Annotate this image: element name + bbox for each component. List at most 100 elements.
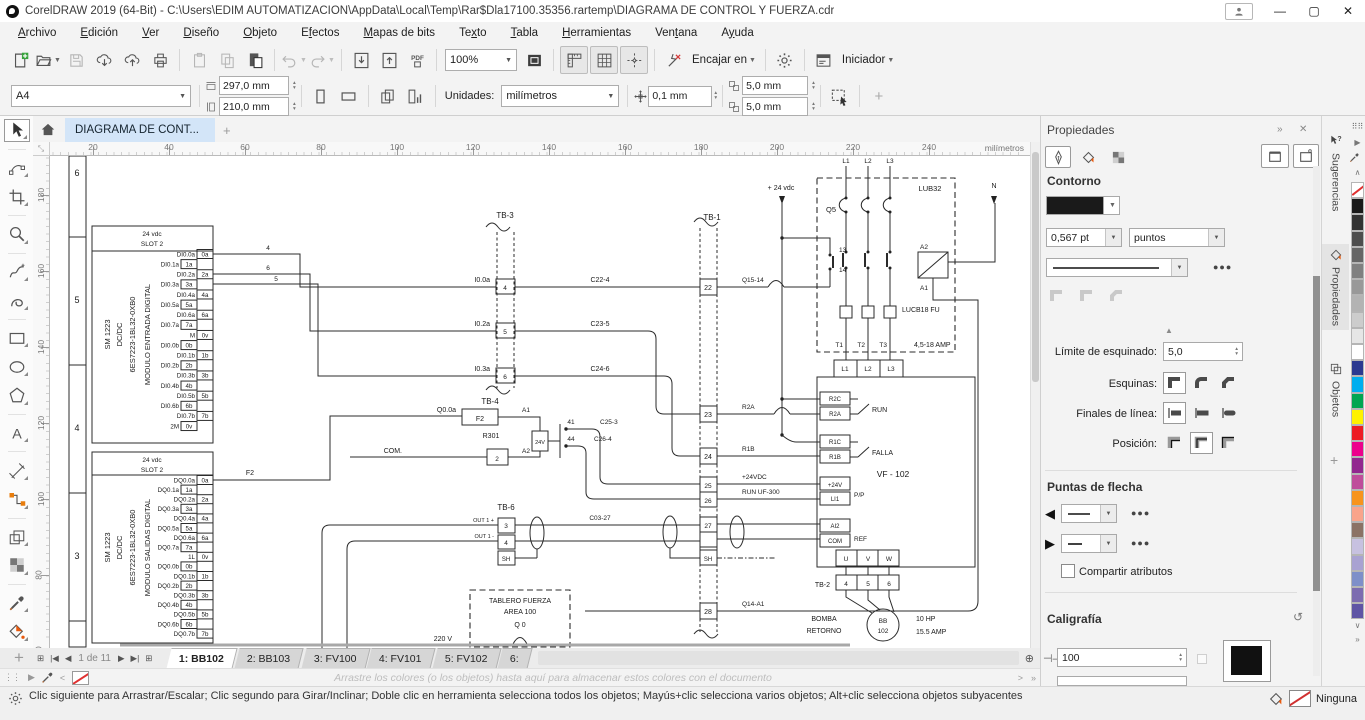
menu-item-efectos[interactable]: Efectos — [289, 25, 351, 41]
all-pages-button[interactable] — [375, 83, 401, 109]
page-tab-6[interactable]: 6: — [498, 648, 533, 669]
shape-tool[interactable] — [4, 157, 30, 180]
nudge-field[interactable]: 0,1 mm — [648, 86, 712, 107]
page-tab-5-fv102[interactable]: 5: FV102 — [432, 648, 501, 669]
corner-round-button[interactable] — [1190, 372, 1213, 394]
drawing-canvas[interactable]: 6543465TB-3I0.0aC22-44I0.2aC23-55I0.3aC2… — [50, 156, 1030, 648]
palette-expand-icon[interactable]: » — [1031, 673, 1036, 683]
transparency-tool[interactable] — [4, 554, 30, 577]
menu-item-texto[interactable]: Texto — [447, 25, 499, 41]
page-tab-1-bb102[interactable]: 1: BB102 — [167, 648, 238, 669]
palette-swatch[interactable] — [1351, 603, 1364, 619]
page-tab-2-bb103[interactable]: 2: BB103 — [235, 648, 304, 669]
menu-item-herramientas[interactable]: Herramientas — [550, 25, 643, 41]
palette-eyedropper-icon[interactable] — [41, 671, 54, 684]
palette-swatch[interactable] — [1351, 214, 1364, 230]
menu-item-ayuda[interactable]: Ayuda — [709, 25, 765, 41]
duplicate-x-spinner[interactable]: ▴▾ — [812, 81, 815, 91]
nudge-spinner[interactable]: ▴▾ — [714, 91, 717, 101]
toolbox-plus-button[interactable]: + — [14, 648, 24, 668]
status-gear-icon[interactable] — [8, 691, 23, 706]
outline-section-button[interactable] — [1045, 146, 1071, 168]
current-page-button[interactable] — [403, 83, 429, 109]
palette-swatch[interactable] — [1351, 457, 1364, 473]
parallel-dimension-tool[interactable] — [4, 459, 30, 482]
angle-field-clipped[interactable] — [1057, 676, 1187, 686]
zoom-fit-icon[interactable]: ⊕ — [1025, 652, 1034, 665]
treat-as-filled-button[interactable] — [827, 83, 853, 109]
snap-off-icon[interactable] — [661, 47, 687, 73]
page-width-spinner[interactable]: ▴▾ — [293, 81, 296, 91]
menu-item-tabla[interactable]: Tabla — [499, 25, 551, 41]
palette-swatch[interactable] — [1351, 555, 1364, 571]
paste-button[interactable] — [186, 47, 212, 73]
pick-tool[interactable] — [4, 119, 30, 142]
palette-swatch[interactable] — [1351, 344, 1364, 360]
palette-swatch[interactable] — [1351, 328, 1364, 344]
palette-swatch[interactable] — [1351, 393, 1364, 409]
palette-swatch[interactable] — [1351, 538, 1364, 554]
horizontal-ruler[interactable]: milímetros 20406080100120140160180200220… — [50, 142, 1030, 156]
duplicate-y-spinner[interactable]: ▴▾ — [812, 102, 815, 112]
new-document-tab-button[interactable]: + — [223, 123, 231, 138]
palette-forward-icon[interactable]: > — [1018, 673, 1023, 683]
save-button[interactable] — [63, 47, 89, 73]
corner-miter-button[interactable] — [1163, 372, 1186, 394]
zoom-level-combo[interactable]: 100%▼ — [445, 49, 517, 71]
color-eyedropper-tool[interactable] — [4, 592, 30, 615]
duplicate-x-field[interactable]: 5,0 mm — [742, 76, 808, 95]
end-arrowhead-more-button[interactable]: ●●● — [1131, 538, 1150, 548]
cap-round-button[interactable] — [1217, 402, 1240, 424]
rectangle-tool[interactable] — [4, 327, 30, 350]
landscape-button[interactable] — [336, 83, 362, 109]
polygon-tool[interactable] — [4, 384, 30, 407]
line-style-combo[interactable]: ▼ — [1046, 258, 1188, 277]
palette-swatch[interactable] — [1351, 376, 1364, 392]
end-arrowhead-combo[interactable]: ▼ — [1061, 534, 1117, 553]
palette-scroll-up-icon[interactable]: ∧ — [1349, 168, 1365, 177]
collapse-arrow-icon[interactable]: ▲ — [1165, 326, 1173, 335]
new-document-button[interactable] — [7, 47, 33, 73]
first-page-button[interactable]: |◀ — [50, 653, 59, 664]
cap-butt-button[interactable] — [1163, 402, 1186, 424]
palette-swatch[interactable] — [1351, 360, 1364, 376]
menu-item-mapas-de-bits[interactable]: Mapas de bits — [351, 25, 447, 41]
palette-swatch[interactable] — [1351, 409, 1364, 425]
page-tab-4-fv101[interactable]: 4: FV101 — [367, 648, 436, 669]
customize-plus-button[interactable]: + — [866, 83, 892, 109]
outline-units-combo[interactable]: puntos▼ — [1129, 228, 1225, 247]
palette-swatch[interactable] — [1351, 490, 1364, 506]
start-arrowhead-more-button[interactable]: ●●● — [1131, 508, 1150, 518]
snap-to-combo[interactable]: Encajar en▼ — [688, 54, 760, 66]
previous-page-button[interactable]: ◀ — [65, 653, 72, 664]
page-height-field[interactable]: 210,0 mm — [219, 97, 289, 116]
position-outside-button[interactable] — [1217, 432, 1240, 454]
docker-tab-sugerencias[interactable]: Sugerencias — [1322, 130, 1349, 215]
canvas-vertical-scrollbar[interactable] — [1030, 142, 1040, 648]
palette-swatch[interactable] — [1351, 295, 1364, 311]
paste-special-button[interactable] — [242, 47, 268, 73]
text-tool[interactable] — [4, 422, 30, 445]
show-rulers-button[interactable] — [560, 46, 588, 74]
redo-button[interactable]: ▼ — [309, 47, 335, 73]
palette-swatch[interactable] — [1351, 441, 1364, 457]
drag-handle-icon[interactable]: ⋮⋮ — [4, 672, 20, 683]
panel-scrollbar[interactable] — [1313, 166, 1320, 676]
share-attributes-checkbox[interactable] — [1061, 564, 1075, 578]
next-page-button[interactable]: ▶ — [118, 653, 125, 664]
document-palette-none-swatch[interactable] — [72, 671, 89, 685]
outline-width-combo[interactable]: 0,567 pt▼ — [1046, 228, 1122, 247]
print-button[interactable] — [147, 47, 173, 73]
palette-eyedropper-icon[interactable] — [1349, 152, 1365, 163]
copy-button[interactable] — [214, 47, 240, 73]
palette-swatch[interactable] — [1351, 263, 1364, 279]
document-tab[interactable]: DIAGRAMA DE CONT... — [65, 118, 215, 142]
launcher-icon[interactable] — [811, 47, 837, 73]
docker-tab-objetos[interactable]: Objetos — [1322, 358, 1349, 421]
menu-item-archivo[interactable]: Archivo — [6, 25, 68, 41]
add-docker-button[interactable]: + — [1330, 452, 1338, 468]
import-button[interactable] — [348, 47, 374, 73]
docker-expand-icon[interactable]: » — [1277, 124, 1283, 135]
line-style-more-button[interactable]: ●●● — [1213, 262, 1232, 272]
stretch-field[interactable]: 100 ▴▾ — [1057, 648, 1187, 667]
